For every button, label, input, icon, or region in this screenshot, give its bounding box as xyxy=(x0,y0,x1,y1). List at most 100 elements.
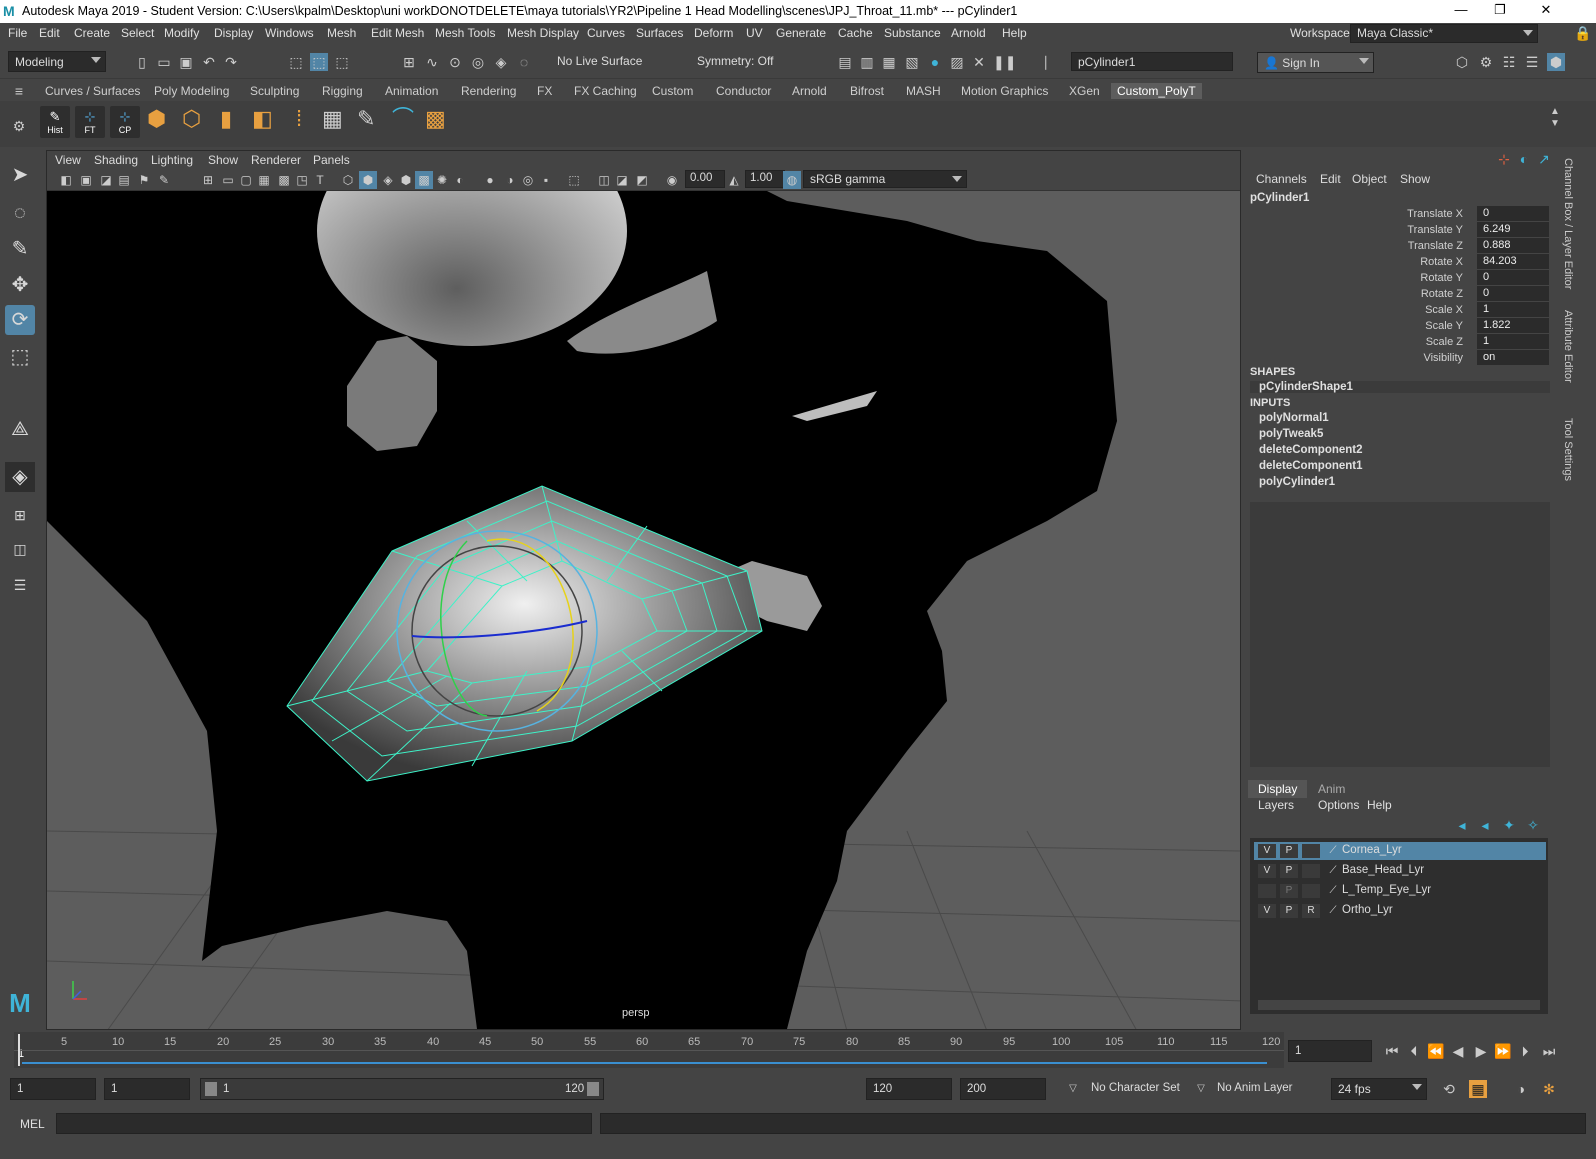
select-component-icon[interactable]: ⬚ xyxy=(333,53,351,71)
layer-row-base-head[interactable]: V P ⟋ Base_Head_Lyr xyxy=(1254,862,1546,880)
range-slider-end-handle[interactable] xyxy=(587,1082,599,1096)
layer-visibility-toggle[interactable]: V xyxy=(1258,844,1276,858)
viewport-menu-shading[interactable]: Shading xyxy=(94,153,138,167)
safe-action-icon[interactable]: ◳ xyxy=(293,171,311,189)
maximize-button[interactable]: ❐ xyxy=(1485,2,1515,20)
wireframe-icon[interactable]: ⬡ xyxy=(339,171,357,189)
step-forward-frame-icon[interactable]: ⏵ xyxy=(1516,1042,1534,1060)
shelf-tab-fx-caching[interactable]: FX Caching xyxy=(568,83,643,99)
menu-mesh-display[interactable]: Mesh Display xyxy=(507,26,579,40)
layer-playback-toggle[interactable]: P xyxy=(1280,904,1298,918)
snap-pivot-icon[interactable]: ◌ xyxy=(515,53,533,71)
paint-select-tool-icon[interactable]: ✎ xyxy=(5,234,35,264)
layer-playback-toggle[interactable]: P xyxy=(1280,884,1298,898)
motion-blur-icon[interactable]: ◑ xyxy=(501,171,519,189)
input-line-icon[interactable]: ⎸ xyxy=(1043,53,1061,71)
move-layer-up-icon[interactable]: ◂ xyxy=(1453,816,1471,834)
menu-select[interactable]: Select xyxy=(121,26,154,40)
go-to-end-icon[interactable]: ⏭ xyxy=(1540,1042,1558,1060)
workspace-dropdown[interactable]: Maya Classic* xyxy=(1350,24,1538,43)
attr-value-scale-z[interactable]: 1 xyxy=(1477,334,1549,349)
layer-visibility-toggle[interactable]: V xyxy=(1258,864,1276,878)
current-time-marker[interactable] xyxy=(18,1034,20,1066)
snap-curve-icon[interactable]: ∿ xyxy=(423,53,441,71)
playback-end-field[interactable]: 120 xyxy=(866,1078,952,1100)
side-tab-tool-settings[interactable]: Tool Settings xyxy=(1562,418,1574,481)
time-slider[interactable]: 1 5 10 15 20 25 30 35 40 45 50 55 60 65 … xyxy=(0,1032,1596,1070)
select-tool-icon[interactable]: ➤ xyxy=(5,160,35,190)
menu-surfaces[interactable]: Surfaces xyxy=(636,26,683,40)
viewport-scene[interactable]: persp xyxy=(47,191,1241,1030)
gamma-field[interactable]: 1.00 xyxy=(745,170,785,188)
layer-menu-layers[interactable]: Layers xyxy=(1258,798,1294,812)
close-button[interactable]: ✕ xyxy=(1531,2,1561,20)
layer-visibility-toggle[interactable] xyxy=(1258,884,1276,898)
select-object-icon[interactable]: ⬚ xyxy=(310,53,328,71)
vertex-icon[interactable]: ⁞ xyxy=(290,108,308,130)
2d-pan-icon[interactable]: ⚑ xyxy=(135,171,153,189)
use-all-lights-icon[interactable]: ▩ xyxy=(415,171,433,189)
target-weld-icon[interactable]: ✎ xyxy=(357,108,375,130)
menu-arnold[interactable]: Arnold xyxy=(951,26,986,40)
menu-mesh[interactable]: Mesh xyxy=(327,26,356,40)
object-name-field[interactable]: pCylinder1 xyxy=(1071,52,1233,71)
hypershade-icon[interactable]: ▨ xyxy=(948,53,966,71)
input-node[interactable]: polyCylinder1 xyxy=(1259,476,1335,488)
shelf-tab-sculpting[interactable]: Sculpting xyxy=(244,83,305,99)
redo-icon[interactable]: ↷ xyxy=(222,53,240,71)
channel-menu-object[interactable]: Object xyxy=(1352,172,1387,186)
input-node[interactable]: polyTweak5 xyxy=(1259,428,1323,440)
shelf-tab-poly-modeling[interactable]: Poly Modeling xyxy=(148,83,235,99)
menu-help[interactable]: Help xyxy=(1002,26,1027,40)
layer-row-l-temp-eye[interactable]: P ⟋ L_Temp_Eye_Lyr xyxy=(1254,882,1546,900)
smooth-shade-icon[interactable]: ⬢ xyxy=(359,171,377,189)
channel-box-icon[interactable]: ☰ xyxy=(1523,53,1541,71)
ambient-occlusion-icon[interactable]: ● xyxy=(481,171,499,189)
channel-menu-channels[interactable]: Channels xyxy=(1256,172,1307,186)
side-tab-attribute-editor[interactable]: Attribute Editor xyxy=(1562,310,1574,383)
outliner-layout-icon[interactable]: ☰ xyxy=(5,570,35,600)
attr-value-scale-x[interactable]: 1 xyxy=(1477,302,1549,317)
mel-label[interactable]: MEL xyxy=(20,1117,45,1131)
ipr-render-icon[interactable]: ▦ xyxy=(880,53,898,71)
shelf-button-hist[interactable]: ✎ Hist xyxy=(40,106,70,138)
field-chart-icon[interactable]: ▩ xyxy=(275,171,293,189)
anti-aliasing-icon[interactable]: ◎ xyxy=(519,171,537,189)
minimize-button[interactable]: — xyxy=(1446,2,1476,20)
move-layer-down-icon[interactable]: ◂ xyxy=(1476,816,1494,834)
shelf-tab-conductor[interactable]: Conductor xyxy=(710,83,777,99)
layer-color-swatch[interactable]: ⟋ xyxy=(1324,904,1342,918)
playback-start-field[interactable]: 1 xyxy=(104,1078,190,1100)
auto-key-icon[interactable]: ▦ xyxy=(1469,1080,1487,1098)
menu-file[interactable]: File xyxy=(8,26,27,40)
attr-value-scale-y[interactable]: 1.822 xyxy=(1477,318,1549,333)
mel-command-input[interactable] xyxy=(56,1113,592,1134)
channel-menu-show[interactable]: Show xyxy=(1400,172,1430,186)
attr-value-translate-x[interactable]: 0 xyxy=(1477,206,1549,221)
bookmark-icon[interactable]: ◪ xyxy=(97,171,115,189)
play-backward-icon[interactable]: ◀ xyxy=(1449,1042,1467,1060)
layer-menu-options[interactable]: Options xyxy=(1318,798,1359,812)
animation-start-field[interactable]: 1 xyxy=(10,1078,96,1100)
menu-create[interactable]: Create xyxy=(74,26,110,40)
menu-curves[interactable]: Curves xyxy=(587,26,625,40)
camera-icon[interactable]: ◧ xyxy=(57,171,75,189)
modeling-toolkit-icon[interactable]: ⬡ xyxy=(1453,53,1471,71)
layer-row-cornea[interactable]: V P ⟋ Cornea_Lyr xyxy=(1254,842,1546,860)
single-perspective-layout-icon[interactable]: ◈ xyxy=(5,462,35,492)
scale-tool-icon[interactable]: ⬚ xyxy=(5,342,35,372)
layer-color-swatch[interactable]: ⟋ xyxy=(1324,844,1342,858)
menu-substance[interactable]: Substance xyxy=(884,26,941,40)
undo-icon[interactable]: ↶ xyxy=(200,53,218,71)
viewport-panel[interactable]: View Shading Lighting Show Renderer Pane… xyxy=(46,150,1241,1030)
open-scene-icon[interactable]: ▭ xyxy=(155,53,173,71)
lasso-tool-icon[interactable]: ◌ xyxy=(5,198,35,228)
new-layer-selected-icon[interactable]: ✧ xyxy=(1524,816,1542,834)
two-pane-layout-icon[interactable]: ◫ xyxy=(5,534,35,564)
layer-display-type-toggle[interactable] xyxy=(1302,844,1320,858)
shelf-button-ft[interactable]: ⊹ FT xyxy=(75,106,105,138)
sign-in-button[interactable]: 👤 Sign In xyxy=(1257,52,1374,73)
shadows-icon[interactable]: ✺ xyxy=(433,171,451,189)
viewport-menu-panels[interactable]: Panels xyxy=(313,153,350,167)
select-hierarchy-icon[interactable]: ⬚ xyxy=(287,53,305,71)
